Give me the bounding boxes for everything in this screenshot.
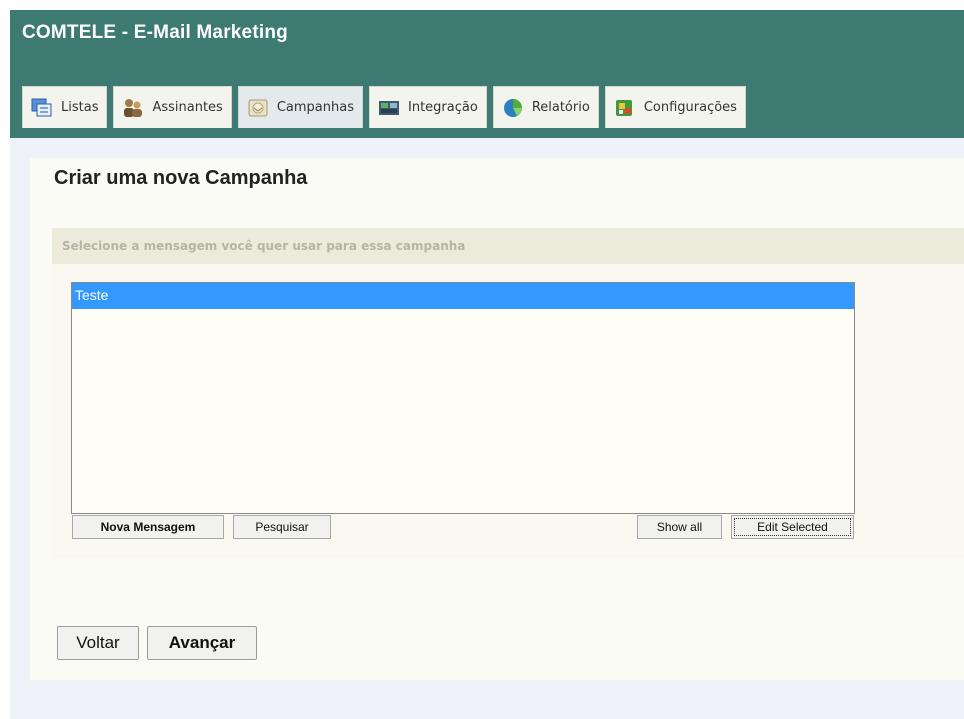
tab-label: Listas — [61, 100, 99, 115]
instruction-text: Selecione a mensagem você quer usar para… — [62, 239, 466, 253]
tab-label: Configurações — [643, 100, 737, 115]
tab-configuracoes[interactable]: Configurações — [604, 86, 746, 128]
new-message-button[interactable]: Nova Mensagem — [72, 515, 224, 539]
tab-label: Assinantes — [152, 100, 223, 115]
page-title: Criar uma nova Campanha — [54, 167, 308, 189]
tab-relatorio[interactable]: Relatório — [492, 86, 599, 128]
instruction-bar: Selecione a mensagem você quer usar para… — [52, 228, 964, 264]
search-button[interactable]: Pesquisar — [233, 515, 331, 539]
settings-icon — [614, 97, 636, 119]
tab-label: Integração — [408, 100, 478, 115]
main-tabs: Listas Assinantes Campanhas Integração R… — [22, 82, 746, 128]
integration-icon — [378, 97, 400, 119]
tab-label: Relatório — [531, 100, 590, 115]
next-button[interactable]: Avançar — [147, 626, 257, 660]
subscribers-icon — [122, 97, 144, 119]
message-option-selected[interactable]: Teste — [72, 283, 854, 309]
message-listbox[interactable]: Teste — [71, 282, 855, 514]
tab-listas[interactable]: Listas — [22, 86, 108, 128]
back-button[interactable]: Voltar — [57, 626, 139, 660]
report-icon — [502, 97, 524, 119]
campaigns-icon — [247, 97, 269, 119]
tab-assinantes[interactable]: Assinantes — [113, 86, 232, 128]
show-all-button[interactable]: Show all — [637, 515, 722, 539]
lists-icon — [31, 97, 53, 119]
tab-campanhas[interactable]: Campanhas — [237, 86, 363, 128]
edit-selected-button[interactable]: Edit Selected — [731, 515, 854, 539]
tab-label: Campanhas — [276, 100, 354, 115]
tab-integracao[interactable]: Integração — [369, 86, 487, 128]
app-title: COMTELE - E-Mail Marketing — [22, 22, 288, 43]
